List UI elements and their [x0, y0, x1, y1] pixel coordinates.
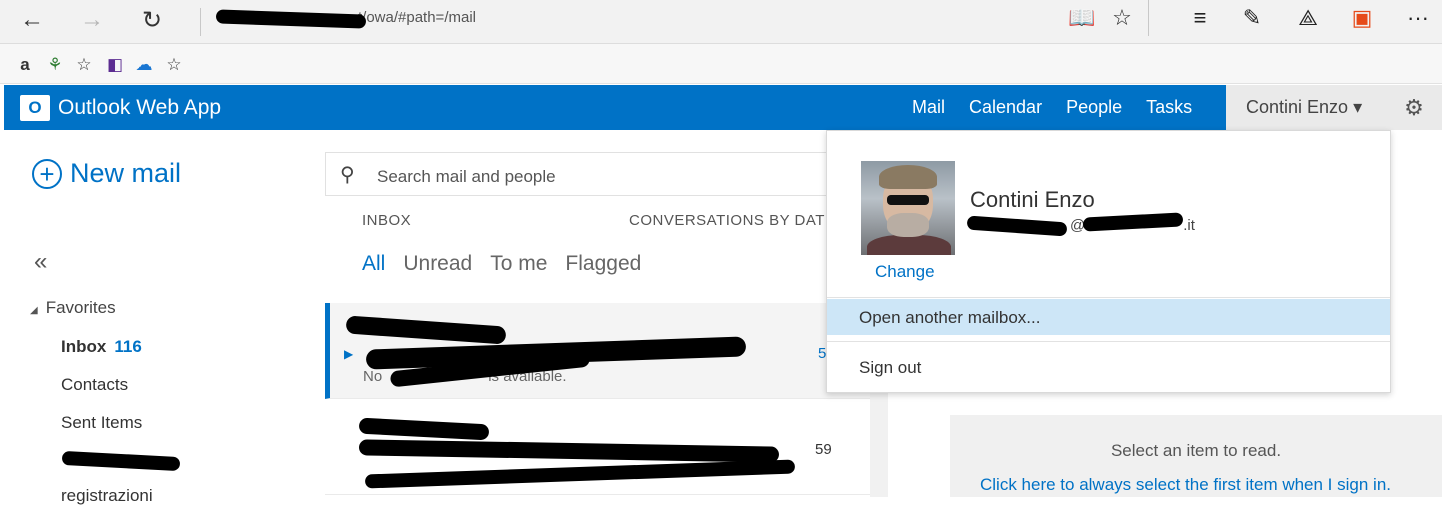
expand-triangle-icon: ◢ — [30, 305, 38, 316]
reading-pane: Select an item to read. Click here to al… — [950, 415, 1442, 497]
search-box[interactable]: ⚲ Search mail and people — [325, 152, 845, 196]
redaction-mark — [358, 439, 780, 463]
unread-count: 116 — [114, 337, 142, 356]
nav-tasks[interactable]: Tasks — [1134, 85, 1204, 130]
bookmark-app-icon[interactable]: ◧ — [104, 54, 126, 76]
redaction-mark — [345, 315, 507, 345]
folder-title: INBOX — [362, 212, 412, 229]
folder-registrazioni[interactable]: registrazioni — [61, 486, 153, 506]
folder-name: Inbox — [61, 337, 107, 356]
filter-to-me[interactable]: To me — [490, 252, 547, 276]
list-item[interactable]: ▶ No is available. 5 — [325, 303, 870, 399]
refresh-icon: ↻ — [141, 6, 163, 34]
new-mail-label: New mail — [70, 158, 182, 188]
account-name: Contini Enzo — [970, 187, 1095, 212]
avatar — [861, 161, 955, 255]
menu-divider — [827, 297, 1390, 298]
collapse-pane-icon[interactable]: « — [34, 248, 47, 276]
sign-out-item[interactable]: Sign out — [859, 358, 921, 378]
user-dropdown-menu: Contini Enzo @ .it Change Open another ma… — [826, 130, 1391, 393]
favorite-star-icon[interactable]: ☆ — [1106, 2, 1138, 34]
nav-mail[interactable]: Mail — [900, 85, 957, 130]
nav-calendar[interactable]: Calendar — [957, 85, 1054, 130]
address-separator — [200, 8, 201, 36]
settings-button[interactable]: ⚙ — [1386, 85, 1442, 130]
reading-view-icon[interactable]: 📖 — [1066, 2, 1098, 34]
list-item[interactable]: 59 — [325, 399, 870, 495]
redaction-mark — [358, 417, 490, 441]
office-icon[interactable]: ▣ — [1346, 2, 1378, 34]
plus-circle-icon: + — [32, 158, 62, 189]
new-mail-button[interactable]: + New mail — [32, 158, 181, 189]
owa-header: O Outlook Web App Mail Calendar People T… — [4, 85, 1442, 130]
folder-contacts[interactable]: Contacts — [61, 375, 128, 395]
toolbar-separator — [1148, 0, 1149, 36]
forward-button[interactable]: → — [72, 0, 112, 40]
filter-flagged[interactable]: Flagged — [565, 252, 641, 276]
folder-sent-items[interactable]: Sent Items — [61, 413, 142, 433]
favorites-label: Favorites — [45, 298, 116, 317]
open-another-mailbox-item[interactable]: Open another mailbox... — [827, 299, 1390, 335]
share-icon[interactable]: ⟁ — [1292, 2, 1324, 34]
favorites-header[interactable]: ◢ Favorites — [30, 298, 116, 318]
outlook-logo[interactable]: O Outlook Web App — [20, 95, 221, 121]
filter-unread[interactable]: Unread — [403, 252, 472, 276]
change-photo-link[interactable]: Change — [875, 262, 935, 282]
app-title: Outlook Web App — [58, 96, 222, 119]
message-list: ▶ No is available. 5 59 — [325, 303, 870, 497]
more-icon[interactable]: ··· — [1402, 2, 1434, 34]
favorites-bar: a ⚘ ☆ ◧ ☁ ☆ — [0, 44, 1442, 84]
folder-pane: + New mail « ◢ Favorites Inbox 116 Contact… — [4, 130, 324, 505]
hub-icon[interactable]: ≡ — [1184, 2, 1216, 34]
expand-arrow-icon[interactable]: ▶ — [344, 347, 353, 361]
filter-all[interactable]: All — [362, 252, 385, 276]
folder-inbox[interactable]: Inbox 116 — [61, 337, 142, 357]
back-icon: ← — [20, 6, 44, 33]
reading-pane-message: Select an item to read. — [1110, 441, 1282, 460]
caret-down-icon: ▾ — [1353, 97, 1363, 117]
bookmark-favicon-icon[interactable]: ⚘ — [44, 54, 66, 76]
web-note-icon[interactable]: ✎ — [1236, 2, 1268, 34]
auto-select-link[interactable]: Click here to always select the first it… — [980, 475, 1391, 495]
top-navigation: Mail Calendar People Tasks — [900, 85, 1204, 130]
redaction-mark — [61, 450, 181, 472]
filter-bar: All Unread To me Flagged — [362, 252, 659, 276]
bookmark-star-icon[interactable]: ☆ — [73, 54, 95, 76]
message-date: 59 — [815, 441, 832, 458]
search-placeholder: Search mail and people — [377, 167, 556, 186]
menu-divider — [827, 341, 1390, 342]
amazon-favicon-icon[interactable]: a — [14, 54, 36, 76]
nav-people[interactable]: People — [1054, 85, 1134, 130]
refresh-button[interactable]: ↻ — [132, 0, 172, 40]
bookmark-star-icon[interactable]: ☆ — [163, 54, 185, 76]
back-button[interactable]: ← — [12, 0, 52, 40]
gear-icon: ⚙ — [1404, 94, 1424, 120]
sort-dropdown[interactable]: CONVERSATIONS BY DATE — [629, 212, 835, 229]
forward-icon: → — [80, 6, 104, 33]
user-menu-button[interactable]: Contini Enzo ▾ — [1226, 85, 1386, 130]
redaction-mark — [364, 459, 796, 489]
user-name: Contini Enzo — [1246, 97, 1349, 117]
onedrive-icon[interactable]: ☁ — [133, 54, 155, 76]
outlook-logo-icon: O — [20, 95, 50, 121]
browser-toolbar: ← → ↻ t/owa/#path=/mail 📖 ☆ ≡ ✎ ⟁ ▣ ··· — [0, 0, 1442, 44]
search-icon: ⚲ — [340, 164, 355, 186]
address-text: t/owa/#path=/mail — [358, 9, 476, 26]
